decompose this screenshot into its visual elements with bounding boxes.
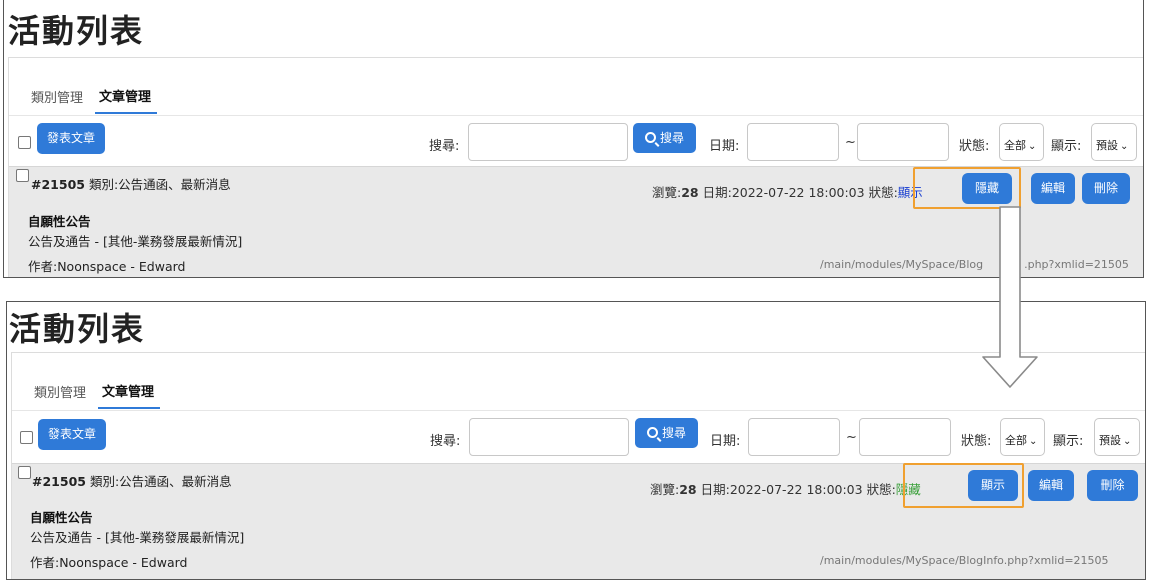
tab-article-management[interactable]: 文章管理: [95, 82, 158, 114]
search-button-label: 搜尋: [661, 426, 686, 440]
display-filter-label: 顯示:: [1053, 434, 1084, 449]
chevron-down-icon: ⌄: [1120, 141, 1129, 152]
date-from-input[interactable]: [747, 123, 839, 161]
article-date: 2022-07-22 18:00:03: [731, 185, 865, 200]
search-button-label: 搜尋: [659, 131, 684, 145]
status-meta-label: 狀態:: [866, 482, 896, 497]
publish-article-button[interactable]: 發表文章: [37, 123, 105, 154]
tab-bar: 類別管理 文章管理: [27, 84, 163, 114]
status-filter-label: 狀態:: [961, 434, 992, 449]
article-path[interactable]: /main/modules/MySpace/BlogInfo.php?xmlid…: [820, 554, 1109, 567]
date-separator: ~: [846, 430, 857, 445]
article-checkbox[interactable]: [18, 466, 31, 479]
toolbar: 發表文章 搜尋: 搜尋 日期: ~ 狀態: 全部 ⌄ 顯示: 預設 ⌄: [12, 417, 1145, 457]
chevron-down-icon: ⌄: [1123, 436, 1132, 447]
display-filter-select[interactable]: 預設 ⌄: [1091, 123, 1137, 161]
page-title: 活動列表: [8, 12, 145, 50]
article-category: 類別:公告通函、最新消息: [88, 177, 231, 192]
date-meta-label: 日期:: [702, 185, 732, 200]
date-meta-label: 日期:: [700, 482, 730, 497]
article-category: 類別:公告通函、最新消息: [89, 474, 232, 489]
toolbar: 發表文章 搜尋: 搜尋 日期: ~ 狀態: 全部 ⌄ 顯示: 預設 ⌄: [9, 122, 1143, 162]
display-filter-label: 顯示:: [1051, 139, 1082, 154]
date-label: 日期:: [709, 139, 740, 154]
article-checkbox[interactable]: [16, 169, 29, 182]
tab-article-management[interactable]: 文章管理: [98, 377, 161, 409]
search-button[interactable]: 搜尋: [633, 123, 696, 153]
page-title: 活動列表: [9, 310, 146, 348]
delete-button[interactable]: 刪除: [1082, 173, 1130, 204]
select-all-checkbox[interactable]: [20, 431, 33, 444]
article-author: 作者:Noonspace - Edward: [28, 259, 186, 274]
panel-after: 活動列表 類別管理 文章管理 發表文章 搜尋: 搜尋 日期: ~ 狀態: 全部 ⌄…: [6, 301, 1146, 580]
display-filter-select[interactable]: 預設 ⌄: [1094, 418, 1140, 456]
search-icon: [646, 427, 658, 438]
date-from-input[interactable]: [748, 418, 840, 456]
article-title[interactable]: 自願性公告: [30, 507, 93, 526]
views-label: 瀏覽:: [652, 185, 682, 200]
select-all-checkbox[interactable]: [18, 136, 31, 149]
article-meta: 瀏覽:28 日期:2022-07-22 18:00:03 狀態:隱藏: [650, 479, 921, 498]
views-count: 28: [681, 185, 699, 200]
article-subtitle: 公告及通告 - [其他-業務發展最新情況]: [30, 530, 245, 545]
search-button[interactable]: 搜尋: [635, 418, 698, 448]
date-label: 日期:: [710, 434, 741, 449]
article-date: 2022-07-22 18:00:03: [729, 482, 863, 497]
article-header: #21505 類別:公告通函、最新消息: [32, 471, 232, 490]
views-label: 瀏覽:: [650, 482, 680, 497]
tab-category-management[interactable]: 類別管理: [30, 378, 92, 409]
article-id: 21505: [42, 474, 86, 489]
article-author: 作者:Noonspace - Edward: [30, 555, 188, 570]
article-id-prefix: #: [31, 177, 42, 192]
display-filter-value: 預設: [1099, 434, 1121, 447]
tab-divider: [9, 115, 1143, 116]
highlight-box-after: [903, 463, 1024, 508]
publish-article-button[interactable]: 發表文章: [38, 419, 106, 450]
views-count: 28: [679, 482, 697, 497]
chevron-down-icon: ⌄: [1028, 141, 1037, 152]
article-path-head: /main/modules/MySpace/Blog: [820, 258, 984, 271]
delete-button[interactable]: 刪除: [1087, 470, 1138, 501]
article-title[interactable]: 自願性公告: [28, 211, 91, 230]
highlight-box-before: [913, 167, 1021, 209]
date-to-input[interactable]: [857, 123, 949, 161]
status-meta-label: 狀態:: [868, 185, 898, 200]
edit-button[interactable]: 編輯: [1028, 470, 1074, 501]
article-id-prefix: #: [32, 474, 43, 489]
tab-category-management[interactable]: 類別管理: [27, 83, 89, 114]
search-input[interactable]: [468, 123, 628, 161]
search-icon: [644, 132, 656, 143]
tab-divider: [12, 410, 1145, 411]
search-input[interactable]: [469, 418, 629, 456]
date-to-input[interactable]: [859, 418, 951, 456]
article-meta: 瀏覽:28 日期:2022-07-22 18:00:03 狀態:顯示: [652, 182, 923, 201]
article-id: 21505: [41, 177, 85, 192]
search-label: 搜尋:: [429, 139, 460, 154]
status-filter-value: 全部: [1004, 139, 1026, 152]
article-subtitle: 公告及通告 - [其他-業務發展最新情況]: [28, 234, 243, 249]
down-arrow-icon: [982, 206, 1038, 388]
panel-before: 活動列表 類別管理 文章管理 發表文章 搜尋: 搜尋 日期: ~ 狀態: 全部 ⌄…: [3, 0, 1144, 278]
tab-bar: 類別管理 文章管理: [30, 379, 166, 409]
search-label: 搜尋:: [430, 434, 461, 449]
edit-button[interactable]: 編輯: [1031, 173, 1075, 204]
status-filter-select[interactable]: 全部 ⌄: [1000, 418, 1045, 456]
article-path[interactable]: /main/modules/MySpace/Blog .php?xmlid=215…: [820, 258, 1129, 271]
article-path-tail: .php?xmlid=21505: [1024, 258, 1129, 271]
article-header: #21505 類別:公告通函、最新消息: [31, 174, 231, 193]
status-filter-label: 狀態:: [959, 139, 990, 154]
status-filter-value: 全部: [1005, 434, 1027, 447]
display-filter-value: 預設: [1096, 139, 1118, 152]
chevron-down-icon: ⌄: [1029, 436, 1038, 447]
status-filter-select[interactable]: 全部 ⌄: [999, 123, 1044, 161]
date-separator: ~: [845, 135, 856, 150]
